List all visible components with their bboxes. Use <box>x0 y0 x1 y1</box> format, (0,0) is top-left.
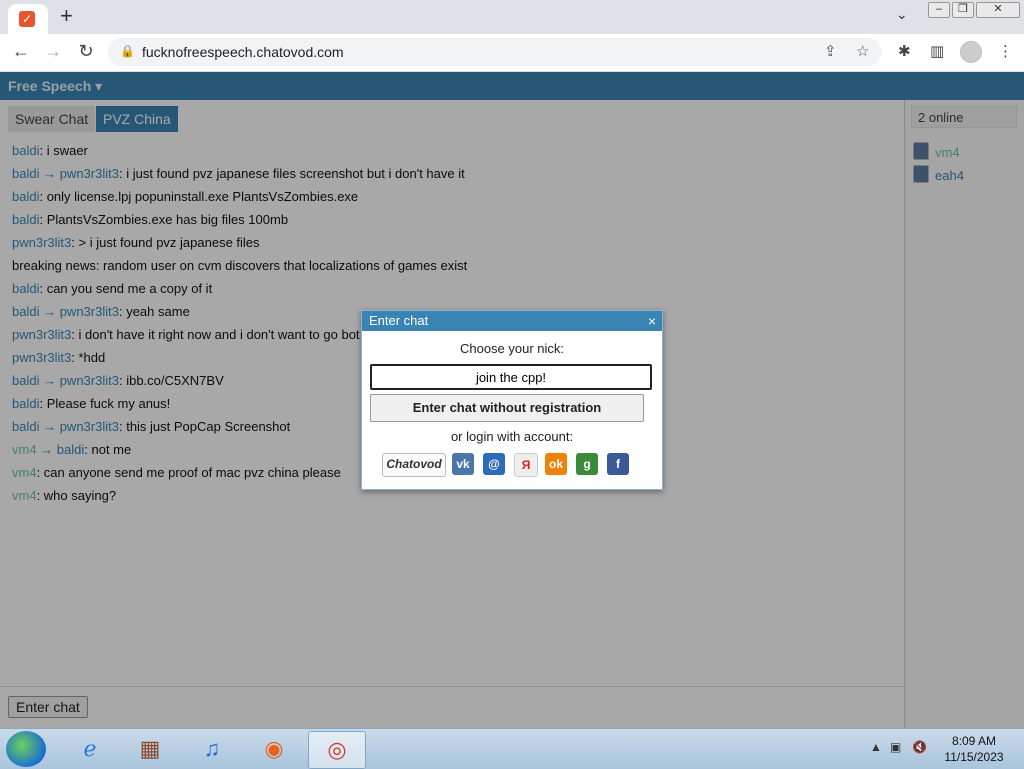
close-window-button[interactable]: ✕ <box>976 2 1020 18</box>
clock-time: 8:09 AM <box>951 734 997 748</box>
url-text[interactable]: fucknofreespeech.chatovod.com <box>142 44 344 60</box>
media-library-icon[interactable]: ▦ <box>122 731 178 767</box>
side-panel-icon[interactable]: ▥ <box>930 42 944 60</box>
share-icon[interactable]: ⇪ <box>824 42 837 60</box>
tab-search-chevron-icon[interactable]: ⌄ <box>896 6 908 23</box>
restore-button[interactable]: ❐ <box>952 2 974 18</box>
kebab-menu-icon[interactable]: ⋮ <box>998 42 1013 60</box>
forward-arrow-icon[interactable]: → <box>42 41 64 62</box>
show-hidden-icons-icon[interactable]: ▲ <box>870 740 882 754</box>
choose-nick-label: Choose your nick: <box>459 341 565 356</box>
nick-input[interactable] <box>370 364 652 390</box>
clock-date: 11/15/2023 <box>944 750 1004 764</box>
address-bar[interactable]: 🔒 fucknofreespeech.chatovod.com ⇪ ☆ <box>108 38 882 66</box>
facebook-login-icon[interactable]: f <box>607 453 629 475</box>
itunes-icon[interactable]: ♫ <box>184 731 240 767</box>
login-with-label: or login with account: <box>450 429 574 444</box>
chatovod-favicon-icon: ✓ <box>19 11 35 27</box>
new-tab-button[interactable]: + <box>60 4 73 28</box>
chrome-icon[interactable]: ◎ <box>308 731 366 769</box>
network-icon[interactable]: ▣ <box>890 740 901 754</box>
profile-avatar-icon[interactable] <box>960 41 982 63</box>
internet-explorer-icon[interactable]: ℯ <box>62 731 118 767</box>
browser-toolbar: ← → ↻ 🔒 fucknofreespeech.chatovod.com ⇪ … <box>0 34 1024 72</box>
dialog-title: Enter chat <box>369 313 429 328</box>
enter-chat-dialog: Enter chat × Choose your nick: Enter cha… <box>361 310 663 490</box>
enter-without-registration-button[interactable]: Enter chat without registration <box>370 394 644 422</box>
start-orb-icon[interactable] <box>6 731 46 767</box>
lock-icon: 🔒 <box>120 44 135 58</box>
minimize-button[interactable]: – <box>928 2 950 18</box>
yandex-login-icon[interactable]: Я <box>514 453 538 477</box>
chatovod-login-icon[interactable]: Chatovod <box>382 453 446 477</box>
bookmark-star-icon[interactable]: ☆ <box>856 42 869 60</box>
browser-tab-strip: ✓ + ⌄ – ❐ ✕ <box>0 0 1024 34</box>
extensions-puzzle-icon[interactable]: ✱ <box>898 42 911 60</box>
odnoklassniki-login-icon[interactable]: ok <box>545 453 567 475</box>
reload-icon[interactable]: ↻ <box>75 41 97 62</box>
back-arrow-icon[interactable]: ← <box>10 41 32 62</box>
windows-taskbar: ℯ ▦ ♫ ◉ ◎ ▲ ▣ 🔇 8:09 AM 11/15/2023 <box>0 728 1024 769</box>
firefox-icon[interactable]: ◉ <box>246 731 302 767</box>
browser-tab[interactable]: ✓ <box>8 4 48 34</box>
dialog-header: Enter chat × <box>362 311 662 331</box>
system-clock[interactable]: 8:09 AM 11/15/2023 <box>936 733 1012 765</box>
volume-muted-icon[interactable]: 🔇 <box>912 740 927 754</box>
vkontakte-login-icon[interactable]: vk <box>452 453 474 475</box>
mail-ru-login-icon[interactable]: @ <box>483 453 505 475</box>
google-login-icon[interactable]: g <box>576 453 598 475</box>
close-icon[interactable]: × <box>648 311 656 331</box>
